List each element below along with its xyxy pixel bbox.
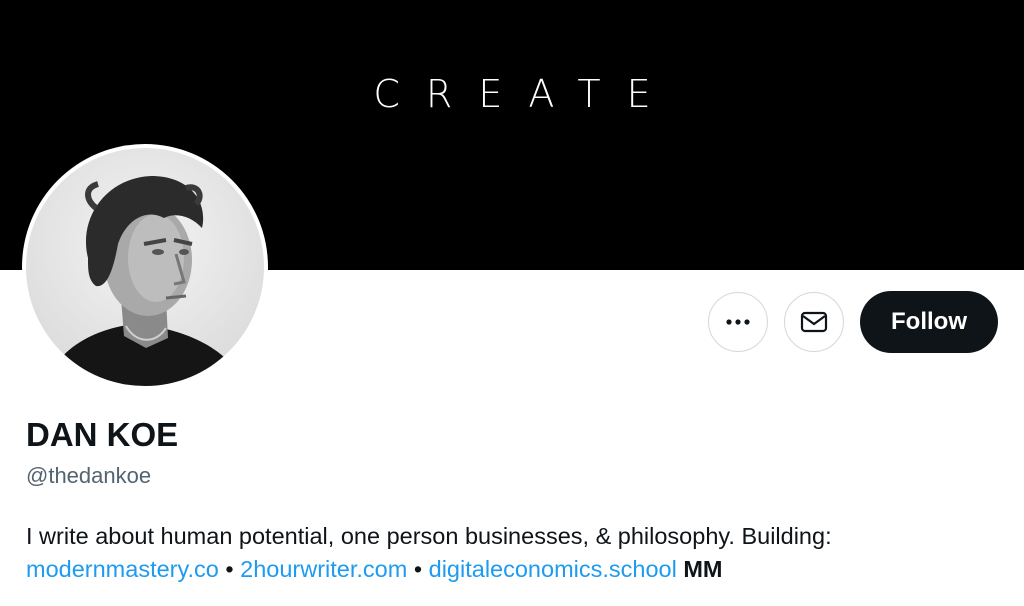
more-horizontal-icon: [726, 319, 750, 325]
bio-link-modernmastery[interactable]: modernmastery.co: [26, 556, 219, 582]
profile-bio: I write about human potential, one perso…: [26, 520, 1006, 586]
avatar-photo: [26, 148, 264, 386]
message-button[interactable]: [784, 292, 844, 352]
follow-button[interactable]: Follow: [860, 291, 998, 353]
display-name: DAN KOE: [26, 416, 179, 453]
avatar[interactable]: [22, 144, 268, 390]
bio-separator: •: [413, 556, 423, 582]
more-button[interactable]: [708, 292, 768, 352]
bio-link-digitaleconomics[interactable]: digitaleconomics.school: [429, 556, 677, 582]
profile-actions: Follow: [708, 291, 998, 353]
bio-suffix: MM: [683, 556, 723, 582]
bio-link-2hourwriter[interactable]: 2hourwriter.com: [240, 556, 407, 582]
banner-title: CREATE: [373, 72, 677, 116]
bio-separator: •: [225, 556, 234, 582]
envelope-icon: [800, 311, 828, 333]
bio-text: I write about human potential, one perso…: [26, 523, 832, 549]
user-handle: @thedankoe: [26, 463, 152, 488]
